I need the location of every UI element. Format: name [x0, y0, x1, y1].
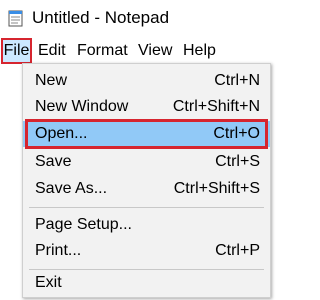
- menu-item-shortcut: Ctrl+Shift+N: [172, 98, 260, 115]
- menu-bar: File Edit Format View Help: [0, 38, 275, 64]
- menu-item-label: Exit: [35, 274, 62, 291]
- menu-item-open[interactable]: Open... Ctrl+O: [23, 119, 270, 149]
- menu-separator: [29, 207, 264, 208]
- notepad-icon: [8, 10, 23, 27]
- menu-file[interactable]: File: [1, 38, 32, 64]
- menu-item-new-window[interactable]: New Window Ctrl+Shift+N: [23, 94, 270, 120]
- menu-item-shortcut: Ctrl+N: [214, 72, 260, 89]
- menu-item-save-as[interactable]: Save As... Ctrl+Shift+S: [23, 176, 270, 202]
- menu-item-exit[interactable]: Exit: [23, 270, 270, 296]
- menu-item-shortcut: Ctrl+P: [215, 242, 260, 259]
- menu-format[interactable]: Format: [77, 38, 128, 64]
- menu-item-label: Open...: [35, 125, 88, 142]
- menu-item-shortcut: Ctrl+Shift+S: [173, 180, 260, 197]
- menu-item-label: Save As...: [35, 180, 108, 197]
- menu-item-new[interactable]: New Ctrl+N: [23, 68, 270, 94]
- menu-item-label: New: [35, 72, 68, 89]
- menu-view[interactable]: View: [138, 38, 172, 64]
- menu-item-save[interactable]: Save Ctrl+S: [23, 149, 270, 175]
- menu-item-label: Save: [35, 153, 72, 170]
- menu-item-label: Print...: [35, 242, 82, 259]
- window-title: Untitled - Notepad: [32, 8, 170, 27]
- menu-item-shortcut: Ctrl+O: [213, 125, 260, 142]
- menu-item-print[interactable]: Print... Ctrl+P: [23, 238, 270, 264]
- menu-item-page-setup[interactable]: Page Setup...: [23, 212, 270, 238]
- file-menu-dropdown: New Ctrl+N New Window Ctrl+Shift+N Open.…: [22, 63, 271, 298]
- menu-item-label: Page Setup...: [35, 216, 132, 233]
- menu-item-label: New Window: [35, 98, 129, 115]
- menu-edit[interactable]: Edit: [38, 38, 66, 64]
- menu-help[interactable]: Help: [183, 38, 216, 64]
- menu-item-shortcut: Ctrl+S: [215, 153, 260, 170]
- title-bar: Untitled - Notepad: [0, 0, 275, 36]
